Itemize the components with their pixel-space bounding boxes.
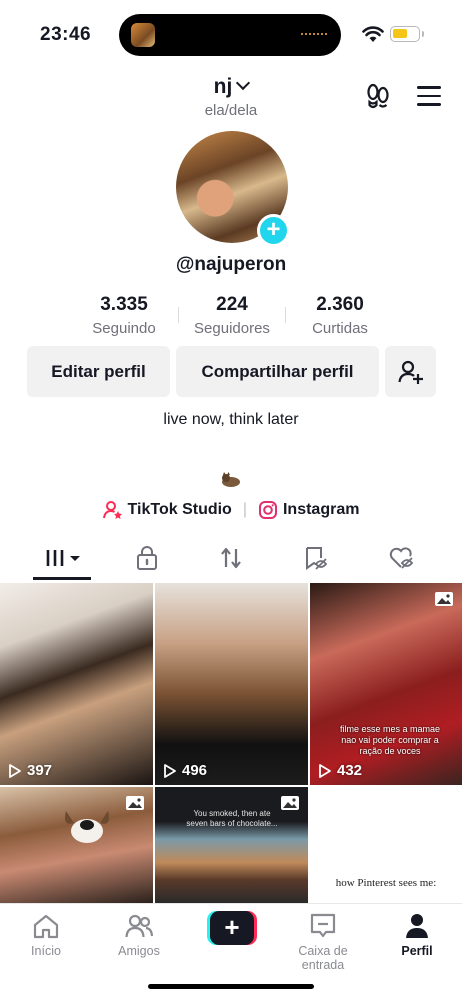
favorites-hidden-icon [306, 547, 328, 570]
edit-profile-button[interactable]: Editar perfil [27, 346, 170, 397]
photo-tile[interactable]: filme esse mes a mamae nao vai poder com… [310, 583, 462, 785]
nav-label: Caixa de entrada [298, 944, 348, 972]
home-icon [33, 914, 59, 939]
play-icon [9, 763, 21, 778]
stat-followers[interactable]: 224 Seguidores [172, 294, 292, 337]
tab-reposts[interactable] [211, 543, 251, 573]
stat-label: Curtidas [312, 320, 368, 337]
photo-tile[interactable] [0, 787, 153, 903]
video-tile[interactable]: 496 [155, 583, 308, 785]
profile-links: TikTok Studio | Instagram [0, 500, 462, 520]
add-story-button[interactable]: + [257, 214, 290, 247]
nav-home[interactable]: Início [1, 912, 91, 958]
username: @najuperon [175, 254, 287, 275]
view-count: 432 [318, 762, 362, 779]
nav-inbox[interactable]: Caixa de entrada [278, 912, 368, 972]
lock-icon [137, 546, 157, 570]
view-count: 397 [8, 762, 52, 779]
tiktok-studio-label: TikTok Studio [127, 501, 232, 518]
account-switcher[interactable]: nj [0, 75, 462, 99]
profile-icon [406, 914, 428, 938]
home-indicator[interactable] [148, 984, 314, 989]
photo-caption: You smoked, then ate seven bars of choco… [186, 809, 278, 828]
view-count-value: 397 [27, 762, 53, 779]
stat-value: 3.335 [100, 294, 148, 315]
nav-label: Amigos [118, 944, 160, 958]
view-count: 496 [163, 762, 207, 779]
tab-videos[interactable] [40, 543, 86, 573]
nav-label: Perfil [401, 944, 433, 958]
view-count-value: 496 [182, 762, 208, 779]
inbox-icon [310, 913, 336, 938]
videos-grid-icon [46, 550, 80, 566]
dynamic-island[interactable] [119, 14, 341, 56]
view-count-value: 432 [337, 762, 363, 779]
plus-icon: + [210, 911, 254, 945]
share-profile-button[interactable]: Compartilhar perfil [176, 346, 379, 397]
footsteps-icon[interactable] [364, 82, 392, 110]
nav-profile[interactable]: Perfil [372, 912, 462, 958]
status-bar: 23:46 [0, 0, 462, 70]
tab-liked[interactable] [382, 543, 422, 573]
instagram-icon [258, 501, 277, 519]
nav-label: Início [31, 944, 61, 958]
cat-emoji-icon [222, 472, 240, 487]
bio: live now, think later [163, 411, 299, 428]
photo-tile[interactable]: You smoked, then ate seven bars of choco… [155, 787, 308, 903]
status-time: 23:46 [40, 24, 92, 45]
tab-active-indicator [33, 577, 91, 580]
tab-private[interactable] [127, 543, 167, 573]
studio-person-icon [102, 501, 122, 519]
battery-icon [390, 26, 420, 42]
photo-caption: filme esse mes a mamae nao vai poder com… [339, 724, 441, 756]
stat-label: Seguidores [194, 320, 270, 337]
stat-following[interactable]: 3.335 Seguindo [64, 294, 184, 337]
liked-hidden-icon [389, 547, 414, 569]
battery-tip [422, 31, 424, 37]
chevron-down-icon [236, 75, 251, 91]
photo-tile[interactable]: how Pinterest sees me: [310, 787, 462, 903]
add-person-icon [398, 360, 423, 384]
add-friend-button[interactable] [385, 346, 436, 397]
now-playing-app-icon [131, 23, 155, 47]
stat-likes[interactable]: 2.360 Curtidas [280, 294, 400, 337]
image-badge-icon [435, 592, 453, 606]
tiktok-studio-link[interactable]: TikTok Studio [102, 500, 232, 520]
display-name: nj [213, 75, 233, 98]
activity-indicator [301, 33, 327, 37]
image-badge-icon [281, 796, 299, 810]
stat-value: 2.360 [316, 294, 364, 315]
instagram-link[interactable]: Instagram [258, 500, 359, 520]
play-icon [164, 763, 176, 778]
tab-favorites[interactable] [296, 543, 336, 573]
stat-label: Seguindo [92, 320, 156, 337]
image-badge-icon [126, 796, 144, 810]
dog-filter-icon [65, 811, 109, 843]
video-tile[interactable]: 397 [0, 583, 153, 785]
wifi-icon [362, 26, 384, 42]
nav-friends[interactable]: Amigos [94, 912, 184, 958]
instagram-label: Instagram [282, 501, 360, 518]
photo-caption: how Pinterest sees me: [335, 877, 437, 889]
link-separator: | [242, 501, 247, 518]
menu-icon[interactable] [417, 86, 441, 106]
pronouns: ela/dela [204, 102, 258, 119]
repost-icon [221, 547, 241, 569]
friends-icon [125, 914, 153, 938]
play-icon [319, 763, 331, 778]
stat-value: 224 [216, 294, 248, 315]
create-button[interactable]: + [207, 911, 257, 945]
